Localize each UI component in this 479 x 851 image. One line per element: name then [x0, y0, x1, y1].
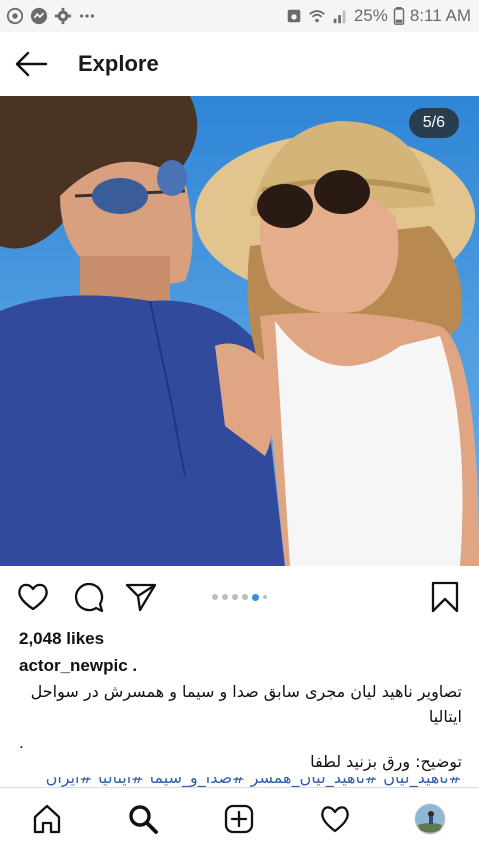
comment-icon [74, 582, 104, 613]
post-caption: تصاویر ناهید لیان مجری سابق صدا و سیما و… [30, 682, 462, 726]
carousel-dot [212, 594, 218, 600]
carousel-dot [232, 594, 238, 600]
image-counter: 5/6 [408, 108, 459, 138]
bookmark-icon [431, 581, 459, 613]
header: Explore [0, 32, 479, 96]
post-actions [0, 566, 479, 624]
activity-heart-icon [321, 806, 349, 833]
battery-percentage: 25% [353, 6, 388, 25]
back-button[interactable] [14, 47, 48, 81]
hashtags-text[interactable]: #ناهید_لیان #ناهید_لیان_همسر #صدا_و_سیما… [46, 777, 462, 787]
battery-icon [393, 7, 405, 25]
post-username[interactable]: actor_newpic . [19, 656, 137, 676]
post-description: توضیح: ورق بزنید لطفا [310, 752, 462, 771]
add-post-icon [224, 804, 254, 834]
status-bar-left [6, 7, 96, 25]
comment-button[interactable] [71, 580, 105, 614]
signal-icon [333, 10, 346, 24]
wifi-icon [309, 10, 325, 23]
share-icon [125, 583, 157, 612]
settings-icon [54, 7, 72, 25]
post-image[interactable]: 5/6 [0, 96, 479, 566]
like-button[interactable] [16, 580, 50, 614]
tab-profile[interactable] [414, 803, 446, 835]
likes-count[interactable]: 2,048 likes [19, 629, 104, 649]
bookmark-button[interactable] [428, 580, 462, 614]
post-hashtags[interactable]: #ناهید_لیان #ناهید_لیان_همسر #صدا_و_سیما… [22, 777, 462, 787]
home-icon [33, 804, 61, 834]
profile-avatar [414, 803, 446, 835]
carousel-dot [222, 594, 228, 600]
carousel-dot [242, 594, 248, 600]
page-title: Explore [78, 51, 159, 76]
tab-home[interactable] [31, 803, 63, 835]
more-dots-icon [79, 14, 95, 18]
status-bar: 25% 8:11 AM [0, 0, 479, 32]
tab-new-post[interactable] [223, 803, 255, 835]
arrow-left-icon [15, 51, 48, 77]
carousel-dot-active [252, 593, 259, 601]
photo-icon [287, 9, 301, 23]
carousel-indicator [212, 593, 267, 601]
post-photo-illustration [0, 96, 479, 566]
whatsapp-icon [6, 7, 24, 25]
share-button[interactable] [124, 580, 158, 614]
status-time: 8:11 AM [409, 6, 471, 25]
carousel-dot [263, 595, 267, 599]
tab-search[interactable] [127, 803, 159, 835]
search-icon [129, 805, 158, 834]
status-bar-right: 25% 8:11 AM [285, 6, 471, 26]
messenger-icon [30, 7, 48, 25]
heart-icon [18, 583, 48, 611]
bottom-tab-bar [0, 787, 479, 851]
tab-activity[interactable] [319, 803, 351, 835]
caption-dot: . [19, 733, 24, 752]
